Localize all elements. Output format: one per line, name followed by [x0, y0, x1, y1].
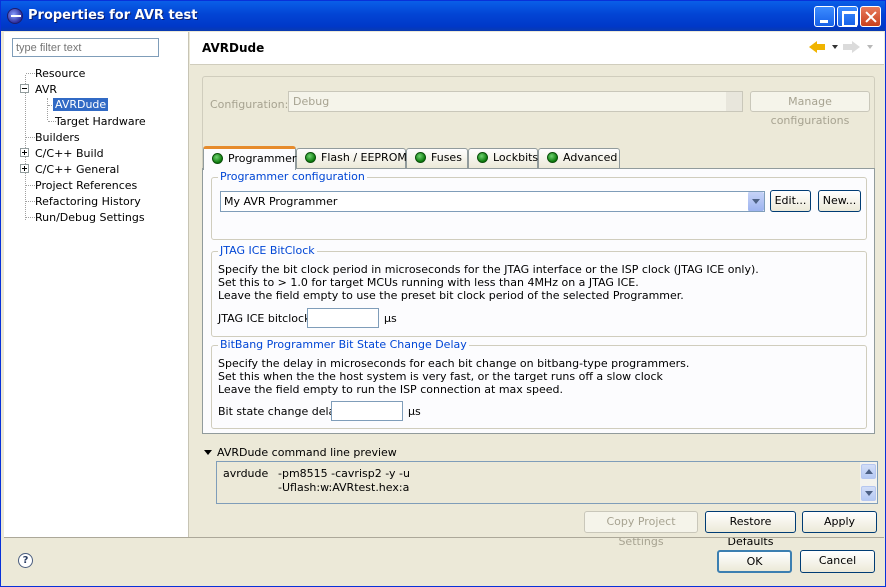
programmer-configuration-group: Programmer configuration My AVR Programm… — [211, 170, 867, 240]
status-led-icon — [477, 152, 488, 163]
ok-button[interactable]: OK — [717, 550, 792, 573]
tree-item-cpp-build[interactable]: C/C++ Build — [35, 146, 104, 161]
jtag-description-line: Set this to > 1.0 for target MCUs runnin… — [218, 276, 639, 289]
tree-item-cpp-general[interactable]: C/C++ General — [35, 162, 119, 177]
bitbang-unit-label: µs — [408, 405, 421, 418]
bitbang-description-line: Specify the delay in microseconds for ea… — [218, 357, 690, 370]
tree-connector — [26, 185, 35, 186]
bit-state-delay-label: Bit state change delay — [218, 405, 342, 418]
tree-item-refactoring-history[interactable]: Refactoring History — [35, 194, 141, 209]
new-programmer-button[interactable]: New... — [818, 190, 861, 212]
command-args-line: -Uflash:w:AVRtest.hex:a — [278, 481, 410, 494]
configuration-select: Debug — [288, 91, 743, 112]
group-title: JTAG ICE BitClock — [218, 244, 317, 257]
status-led-icon — [547, 152, 558, 163]
dialog-separator — [4, 537, 884, 538]
programmer-tab-panel: Programmer configuration My AVR Programm… — [202, 168, 875, 434]
title-bar[interactable]: Properties for AVR test — [1, 1, 885, 31]
tree-connector — [26, 73, 35, 74]
scroll-up-icon[interactable] — [861, 464, 876, 479]
copy-project-settings-button: Copy Project Settings — [584, 511, 698, 548]
status-led-icon — [415, 152, 426, 163]
help-icon[interactable]: ? — [18, 553, 33, 568]
group-title: Programmer configuration — [218, 170, 367, 183]
tree-connector — [26, 217, 35, 218]
filter-input[interactable] — [12, 38, 159, 57]
tab-fuses[interactable]: Fuses — [406, 148, 468, 168]
tree-item-target-hardware[interactable]: Target Hardware — [55, 114, 146, 129]
tab-flash-eeprom[interactable]: Flash / EEPROM — [296, 148, 407, 168]
forward-arrow-icon[interactable] — [843, 39, 861, 55]
window-title: Properties for AVR test — [28, 8, 198, 23]
tree-connector — [26, 201, 35, 202]
tree-item-avrdude[interactable]: AVRDude — [53, 97, 109, 112]
tree-item-resource[interactable]: Resource — [35, 66, 85, 81]
programmer-select[interactable]: My AVR Programmer — [220, 191, 765, 212]
tab-programmer[interactable]: Programmer — [203, 146, 296, 170]
forward-history-dropdown-icon[interactable] — [867, 45, 873, 49]
command-name: avrdude — [223, 467, 269, 480]
command-preview-box[interactable]: avrdude -pm8515 -cavrisp2 -y -u -Uflash:… — [216, 461, 878, 504]
preview-scrollbar[interactable] — [860, 462, 877, 503]
tree-item-avr[interactable]: AVR — [35, 82, 57, 97]
jtag-bitclock-input[interactable] — [307, 308, 379, 328]
tab-lockbits[interactable]: Lockbits — [468, 148, 538, 168]
apply-button[interactable]: Apply — [802, 511, 877, 533]
group-title: BitBang Programmer Bit State Change Dela… — [218, 338, 469, 351]
properties-dialog: Properties for AVR test Resource AVR AVR… — [0, 0, 886, 587]
restore-defaults-button[interactable]: Restore Defaults — [705, 511, 796, 548]
bit-state-delay-input[interactable] — [331, 401, 403, 421]
bitbang-description-line: Set this when the the host system is ver… — [218, 370, 663, 383]
jtag-bitclock-group: JTAG ICE BitClock Specify the bit clock … — [211, 244, 867, 337]
eclipse-app-icon — [7, 8, 23, 24]
edit-programmer-button[interactable]: Edit... — [770, 190, 811, 212]
cancel-button[interactable]: Cancel — [800, 550, 875, 573]
tree-guide-line — [47, 98, 48, 120]
jtag-unit-label: µs — [384, 312, 397, 325]
tree-connector — [26, 137, 35, 138]
jtag-bitclock-label: JTAG ICE bitclock — [218, 312, 311, 325]
configuration-label: Configuration: — [210, 98, 289, 111]
back-arrow-icon[interactable] — [809, 39, 827, 55]
tree-item-project-references[interactable]: Project References — [35, 178, 137, 193]
close-button[interactable] — [860, 6, 881, 27]
status-led-icon — [212, 153, 223, 164]
maximize-button[interactable] — [837, 6, 858, 27]
page-header: AVRDude — [190, 32, 884, 65]
collapse-icon[interactable] — [20, 84, 29, 93]
jtag-description-line: Specify the bit clock period in microsec… — [218, 263, 759, 276]
page-title: AVRDude — [202, 41, 265, 55]
command-args-line: -pm8515 -cavrisp2 -y -u — [278, 467, 410, 480]
collapse-triangle-icon[interactable] — [204, 450, 212, 455]
expand-icon[interactable] — [20, 148, 29, 157]
tree-item-run-debug-settings[interactable]: Run/Debug Settings — [35, 210, 145, 225]
command-preview-label[interactable]: AVRDude command line preview — [217, 446, 397, 459]
scroll-down-icon[interactable] — [861, 486, 876, 501]
property-page: AVRDude Configuration: Debug Manage conf… — [190, 32, 884, 548]
status-led-icon — [305, 152, 316, 163]
bitbang-delay-group: BitBang Programmer Bit State Change Dela… — [211, 338, 867, 429]
bitbang-description-line: Leave the field empty to run the ISP con… — [218, 383, 564, 396]
tab-advanced[interactable]: Advanced — [538, 148, 620, 168]
jtag-description-line: Leave the field empty to use the preset … — [218, 289, 684, 302]
expand-icon[interactable] — [20, 164, 29, 173]
navigation-pane: Resource AVR AVRDude Target Hardware Bui… — [4, 32, 189, 537]
minimize-button[interactable] — [814, 6, 835, 27]
back-history-dropdown-icon[interactable] — [832, 45, 838, 49]
tree-item-builders[interactable]: Builders — [35, 130, 80, 145]
dropdown-arrow-icon[interactable] — [747, 192, 764, 211]
manage-configurations-button: Manage configurations — [750, 91, 870, 127]
